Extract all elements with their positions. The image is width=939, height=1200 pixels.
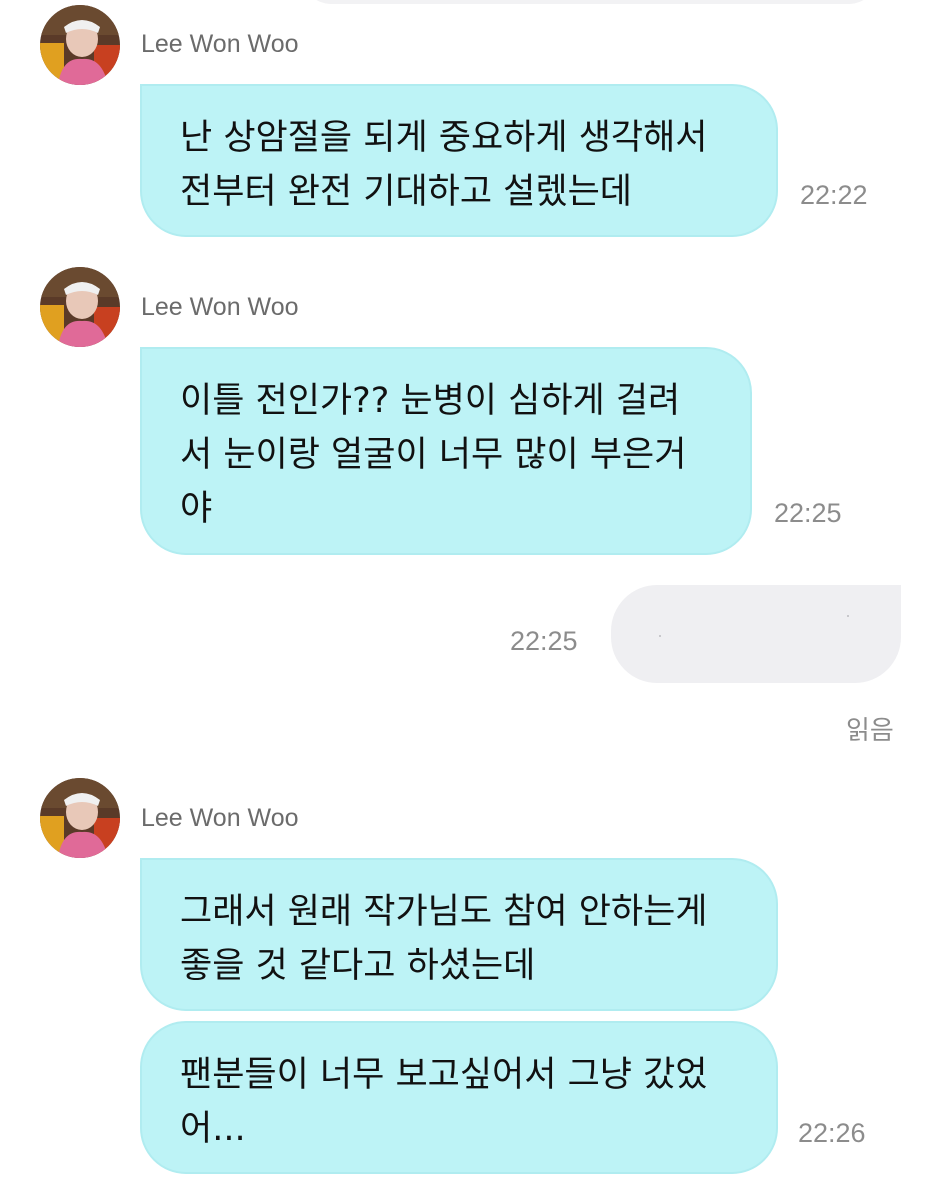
message-bubble[interactable]: 난 상암절을 되게 중요하게 생각해서 전부터 완전 기대하고 설렜는데 — [140, 84, 778, 237]
message-bubble[interactable]: 팬분들이 너무 보고싶어서 그냥 갔었 어... — [140, 1021, 778, 1174]
sender-name: Lee Won Woo — [141, 804, 299, 832]
message-timestamp: 22:22 — [800, 180, 868, 210]
message-timestamp: 22:25 — [774, 498, 842, 528]
message-bubble[interactable]: 그래서 원래 작가님도 참여 안하는게 좋을 것 같다고 하셨는데 — [140, 858, 778, 1011]
message-text: 그래서 원래 작가님도 참여 안하는게 좋을 것 같다고 하셨는데 — [180, 892, 708, 986]
avatar-photo — [40, 778, 120, 858]
message-bubble[interactable]: 이틀 전인가?? 눈병이 심하게 걸려 서 눈이랑 얼굴이 너무 많이 부은거 … — [140, 347, 752, 555]
my-message-bubble[interactable] — [611, 585, 901, 683]
faint-dot — [847, 615, 849, 617]
avatar[interactable] — [40, 778, 120, 858]
message-text: 팬분들이 너무 보고싶어서 그냥 갔었 어... — [180, 1055, 708, 1149]
faint-dot — [659, 635, 661, 637]
read-status: 읽음 — [846, 716, 894, 746]
avatar[interactable] — [40, 267, 120, 347]
message-timestamp: 22:26 — [798, 1118, 866, 1148]
message-text: 난 상암절을 되게 중요하게 생각해서 전부터 완전 기대하고 설렜는데 — [180, 118, 708, 212]
my-message-timestamp: 22:25 — [510, 626, 578, 656]
avatar[interactable] — [40, 5, 120, 85]
message-text: 이틀 전인가?? 눈병이 심하게 걸려 서 눈이랑 얼굴이 너무 많이 부은거 … — [180, 381, 687, 529]
avatar-photo — [40, 267, 120, 347]
sender-name: Lee Won Woo — [141, 293, 299, 321]
sender-name: Lee Won Woo — [141, 30, 299, 58]
previous-message-bubble-edge — [300, 0, 880, 4]
avatar-photo — [40, 5, 120, 85]
